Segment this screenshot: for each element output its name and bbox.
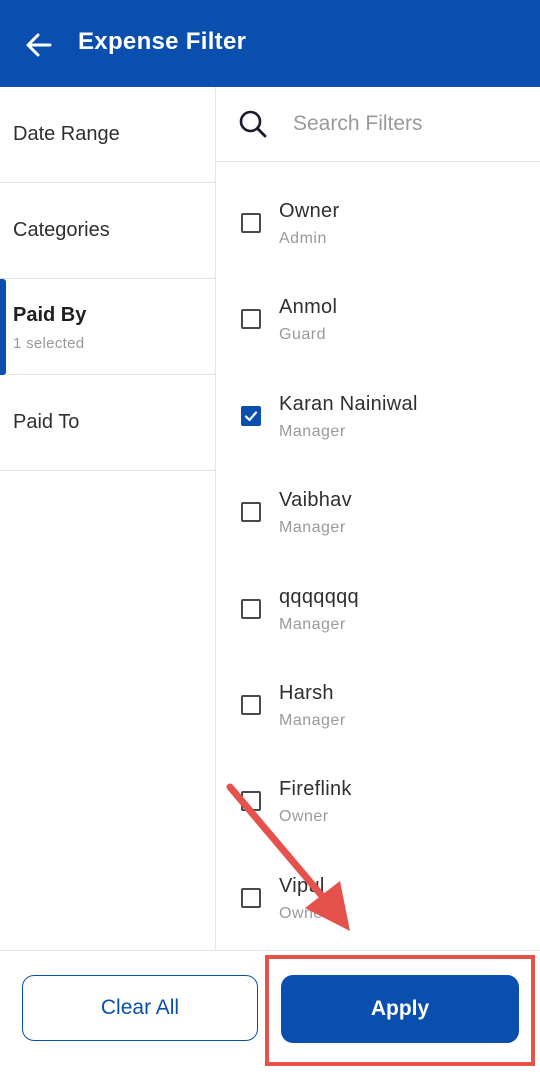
app-header: Expense Filter <box>0 0 540 87</box>
option-role: Manager <box>279 711 346 729</box>
checkbox[interactable] <box>241 502 261 523</box>
list-item[interactable]: Harsh Manager <box>216 644 540 740</box>
clear-all-button[interactable]: Clear All <box>22 975 258 1041</box>
sidebar-item-paid-by[interactable]: Paid By 1 selected <box>0 279 215 375</box>
option-name: Vaibhav <box>279 489 352 512</box>
option-name: Owner <box>279 200 340 222</box>
checkmark-icon <box>244 411 258 421</box>
sidebar-item-label: Paid By <box>13 304 87 326</box>
option-name: Karan Nainiwal <box>279 392 418 415</box>
list-item[interactable]: Vipul Owner <box>216 837 540 933</box>
checkbox-checked[interactable] <box>241 405 261 426</box>
checkbox[interactable] <box>241 598 261 619</box>
page-title: Expense Filter <box>78 28 247 55</box>
sidebar-item-paid-to[interactable]: Paid To <box>0 375 215 471</box>
arrow-left-icon <box>26 33 52 57</box>
search-input[interactable] <box>293 107 523 141</box>
option-role: Owner <box>279 808 329 826</box>
search-bar <box>216 87 540 162</box>
option-name: Harsh <box>279 681 334 704</box>
active-indicator <box>0 279 6 375</box>
option-role: Manager <box>279 615 346 633</box>
options-list: Owner Admin Anmol Guard Karan Nainiwal M… <box>216 162 540 950</box>
option-name: Anmol <box>279 296 338 319</box>
sidebar-item-label: Date Range <box>13 123 120 145</box>
checkbox[interactable] <box>241 887 261 908</box>
option-role: Owner <box>279 904 329 922</box>
filter-category-sidebar: Date Range Categories Paid By 1 selected… <box>0 87 216 950</box>
option-role: Admin <box>279 230 327 247</box>
option-name: Fireflink <box>279 778 352 801</box>
option-role: Manager <box>279 422 346 440</box>
checkbox[interactable] <box>241 309 261 330</box>
sidebar-item-label: Paid To <box>13 411 80 433</box>
list-item[interactable]: Owner Admin <box>216 162 540 258</box>
option-role: Manager <box>279 519 346 537</box>
list-item[interactable]: Fireflink Owner <box>216 740 540 836</box>
list-item[interactable]: qqqqqqq Manager <box>216 548 540 644</box>
list-item[interactable]: Karan Nainiwal Manager <box>216 355 540 451</box>
option-role: Guard <box>279 326 326 344</box>
option-name: qqqqqqq <box>279 585 359 608</box>
sidebar-item-date-range[interactable]: Date Range <box>0 87 215 183</box>
checkbox[interactable] <box>241 694 261 715</box>
checkbox[interactable] <box>241 791 261 812</box>
option-name: Vipul <box>279 874 325 897</box>
checkbox[interactable] <box>241 213 261 233</box>
footer-bar: Clear All Apply <box>0 950 540 1084</box>
sidebar-item-label: Categories <box>13 219 110 241</box>
back-button[interactable] <box>24 30 54 60</box>
list-item[interactable]: Anmol Guard <box>216 258 540 354</box>
apply-button[interactable]: Apply <box>281 975 519 1043</box>
sidebar-item-categories[interactable]: Categories <box>0 183 215 279</box>
selected-count: 1 selected <box>13 335 85 352</box>
search-icon <box>239 110 267 138</box>
list-item[interactable]: Vaibhav Manager <box>216 451 540 547</box>
